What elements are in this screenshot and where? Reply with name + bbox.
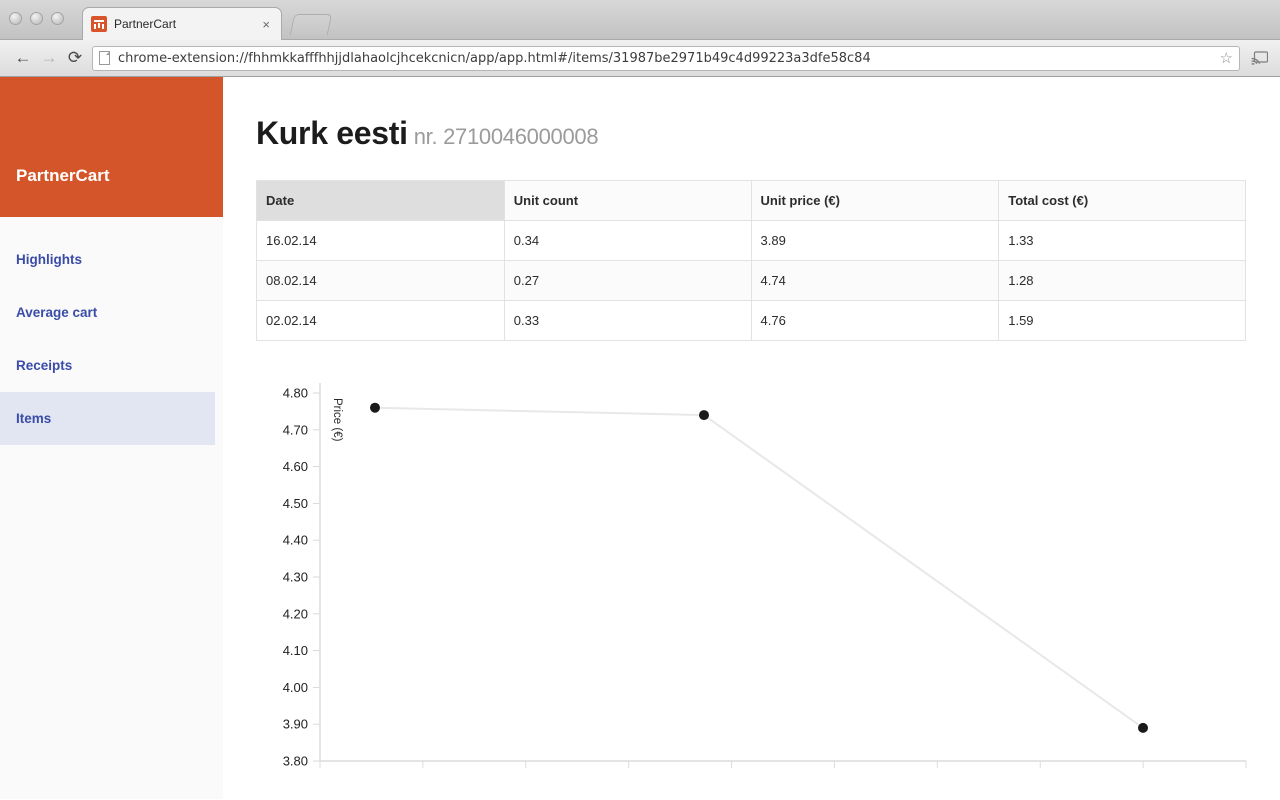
column-header-unit-count[interactable]: Unit count xyxy=(503,180,752,221)
table-row: 02.02.14 0.33 4.76 1.59 xyxy=(256,300,1246,341)
y-axis-tick-label: 4.50 xyxy=(283,496,308,511)
y-axis-tick-label: 4.60 xyxy=(283,459,308,474)
y-axis-tick-label: 3.80 xyxy=(283,754,308,769)
cell-total-cost: 1.28 xyxy=(998,260,1246,301)
sidebar-nav: Highlights Average cart Receipts Items xyxy=(0,217,223,445)
y-axis-tick-label: 4.70 xyxy=(283,422,308,437)
cell-unit-count: 0.34 xyxy=(503,220,752,261)
tab-strip: PartnerCart × xyxy=(0,0,1280,40)
column-header-total-cost[interactable]: Total cost (€) xyxy=(998,180,1246,221)
y-axis-tick-label: 3.90 xyxy=(283,717,308,732)
bookmark-star-icon[interactable]: ☆ xyxy=(1220,49,1233,67)
close-tab-icon[interactable]: × xyxy=(259,16,273,33)
page-subtitle-text: nr. 2710046000008 xyxy=(413,124,599,149)
page-document-icon xyxy=(99,51,110,65)
y-axis-tick-label: 4.40 xyxy=(283,533,308,548)
y-axis-tick-label: 4.80 xyxy=(283,386,308,401)
data-point[interactable] xyxy=(370,402,380,413)
tab-title: PartnerCart xyxy=(114,17,177,31)
column-header-date[interactable]: Date xyxy=(256,180,505,221)
cell-date: 16.02.14 xyxy=(256,220,505,261)
y-axis-tick-label: 4.20 xyxy=(283,606,308,621)
cast-icon[interactable] xyxy=(1248,51,1270,65)
sidebar-item-items[interactable]: Items xyxy=(0,392,215,445)
cell-unit-price: 4.76 xyxy=(750,300,1000,341)
table-row: 08.02.14 0.27 4.74 1.28 xyxy=(256,260,1246,301)
sidebar-item-average-cart[interactable]: Average cart xyxy=(0,286,215,339)
sidebar-item-highlights[interactable]: Highlights xyxy=(0,233,215,286)
cell-total-cost: 1.33 xyxy=(998,220,1246,261)
page-title-text: Kurk eesti xyxy=(256,115,408,151)
table-row: 16.02.14 0.34 3.89 1.33 xyxy=(256,220,1246,261)
column-header-unit-price[interactable]: Unit price (€) xyxy=(750,180,1000,221)
close-window-button[interactable] xyxy=(9,12,22,25)
partnercart-icon xyxy=(91,16,107,32)
maximize-window-button[interactable] xyxy=(51,12,64,25)
sidebar-item-label: Average cart xyxy=(16,305,98,320)
reload-icon[interactable]: ⟳ xyxy=(62,45,88,71)
forward-icon[interactable]: → xyxy=(36,45,62,71)
url-text[interactable]: chrome-extension://fhhmkkafffhhjjdlahaol… xyxy=(118,51,1214,66)
window-controls[interactable] xyxy=(9,12,64,25)
minimize-window-button[interactable] xyxy=(30,12,43,25)
browser-tab[interactable]: PartnerCart × xyxy=(82,7,282,40)
price-line xyxy=(374,406,1144,729)
new-tab-button[interactable] xyxy=(289,14,333,35)
price-history-chart: 4.80 4.70 4.60 4.50 4.40 4.30 4.20 4.10 4.00 3.90… xyxy=(256,368,1248,788)
sidebar: PartnerCart Highlights Average cart Rece… xyxy=(0,77,223,799)
sidebar-item-label: Receipts xyxy=(16,358,73,373)
sidebar-item-receipts[interactable]: Receipts xyxy=(0,339,215,392)
y-axis-tick-label: 4.10 xyxy=(283,643,308,658)
cell-total-cost: 1.59 xyxy=(998,300,1246,341)
item-history-table: Date Unit count Unit price (€) Total cos… xyxy=(256,180,1246,341)
y-axis-title: Price (€) xyxy=(331,398,343,442)
cell-unit-price: 4.74 xyxy=(750,260,1000,301)
sidebar-item-label: Items xyxy=(16,411,52,426)
table-header-row: Date Unit count Unit price (€) Total cos… xyxy=(256,180,1246,221)
y-axis-tick-label: 4.30 xyxy=(283,570,308,585)
brand-title: PartnerCart xyxy=(16,166,110,185)
address-bar[interactable]: chrome-extension://fhhmkkafffhhjjdlahaol… xyxy=(92,45,1240,71)
app-viewport: PartnerCart Highlights Average cart Rece… xyxy=(0,77,1280,799)
cell-unit-count: 0.27 xyxy=(503,260,752,301)
browser-window: PartnerCart × ← → ⟳ chrome-extension://f… xyxy=(0,0,1280,800)
data-point[interactable] xyxy=(699,410,709,421)
cell-date: 02.02.14 xyxy=(256,300,505,341)
sidebar-item-label: Highlights xyxy=(16,252,82,267)
chart-canvas: 4.80 4.70 4.60 4.50 4.40 4.30 4.20 4.10 4.00 3.90… xyxy=(283,383,1247,769)
main-content: Kurk eesti nr. 2710046000008 Date Unit co… xyxy=(223,77,1280,799)
browser-toolbar: ← → ⟳ chrome-extension://fhhmkkafffhhjjd… xyxy=(0,40,1280,77)
brand-area: PartnerCart xyxy=(0,77,223,217)
y-axis-tick-label: 4.00 xyxy=(283,680,308,695)
page-title: Kurk eesti nr. 2710046000008 xyxy=(256,115,1247,152)
back-icon[interactable]: ← xyxy=(10,45,36,71)
data-point[interactable] xyxy=(1138,722,1148,733)
cell-date: 08.02.14 xyxy=(256,260,505,301)
cell-unit-count: 0.33 xyxy=(503,300,752,341)
cell-unit-price: 3.89 xyxy=(750,220,1000,261)
